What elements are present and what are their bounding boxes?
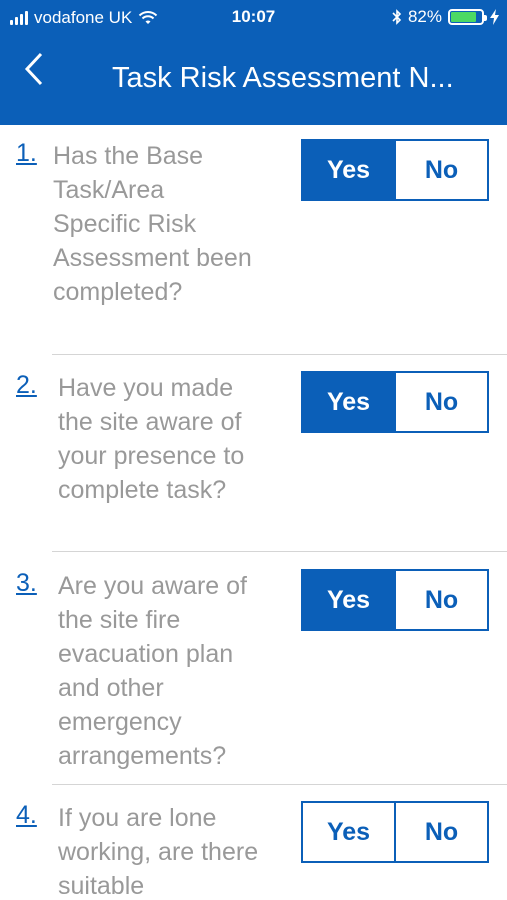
no-button[interactable]: No	[394, 571, 487, 629]
no-button[interactable]: No	[394, 141, 487, 199]
yes-no-toggle: Yes No	[301, 371, 489, 433]
question-item: 4. If you are lone working, are there su…	[0, 787, 507, 900]
back-button[interactable]	[24, 52, 44, 86]
divider	[52, 551, 507, 552]
question-number-link[interactable]: 2.	[16, 371, 37, 400]
question-number-link[interactable]: 4.	[16, 801, 37, 830]
status-bar: vodafone UK 10:07 82%	[0, 0, 507, 36]
divider	[52, 784, 507, 785]
charging-bolt-icon	[490, 9, 499, 25]
question-number-link[interactable]: 3.	[16, 569, 37, 598]
yes-button[interactable]: Yes	[303, 373, 394, 431]
header-bar: vodafone UK 10:07 82% Task Risk Assessme…	[0, 0, 507, 125]
question-text: Are you aware of the site fire evacuatio…	[58, 572, 247, 770]
divider	[52, 354, 507, 355]
battery-percent: 82%	[407, 7, 442, 26]
yes-no-toggle: Yes No	[301, 139, 489, 201]
yes-no-toggle: Yes No	[301, 569, 489, 631]
question-number-link[interactable]: 1.	[16, 139, 37, 168]
no-button[interactable]: No	[394, 803, 487, 861]
question-text: Has the Base Task/Area Specific Risk Ass…	[53, 142, 252, 306]
page-title: Task Risk Assessment N...	[112, 62, 454, 94]
question-text: Have you made the site aware of your pre…	[58, 374, 245, 504]
bluetooth-icon	[392, 9, 402, 25]
battery-icon	[448, 9, 487, 25]
nav-bar: Task Risk Assessment N...	[0, 36, 507, 125]
chevron-left-icon	[24, 52, 43, 86]
no-button[interactable]: No	[394, 373, 487, 431]
yes-button[interactable]: Yes	[303, 803, 394, 861]
question-text: If you are lone working, are there suita…	[58, 804, 259, 900]
yes-no-toggle: Yes No	[301, 801, 489, 863]
yes-button[interactable]: Yes	[303, 571, 394, 629]
yes-button[interactable]: Yes	[303, 141, 394, 199]
